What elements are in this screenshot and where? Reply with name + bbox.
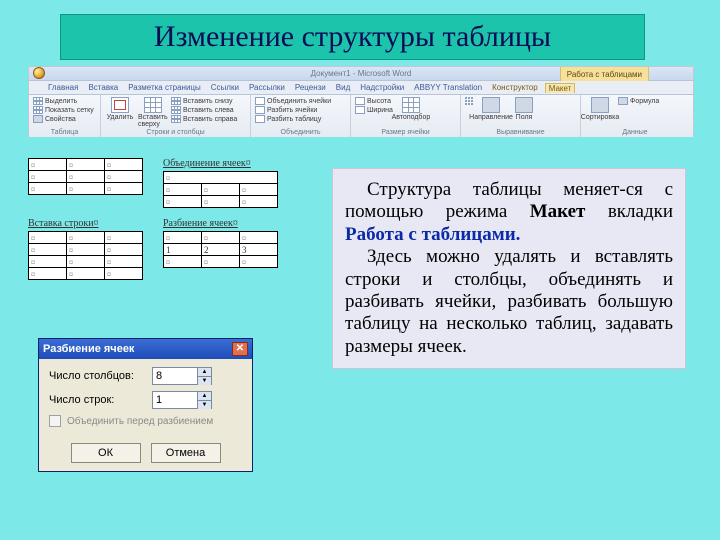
group-merge-label: Объединить: [255, 129, 346, 137]
word-maket: Макет: [530, 201, 586, 222]
split-cells-dialog: Разбиение ячеек ✕ Число столбцов: ▲▼ Чис…: [38, 338, 253, 472]
cols-spinner[interactable]: ▲▼: [152, 367, 212, 385]
spin-up-icon[interactable]: ▲: [197, 368, 211, 377]
word-ribbon: Документ1 - Microsoft Word Работа с табл…: [28, 66, 694, 136]
group-size-label: Размер ячейки: [355, 129, 456, 137]
example-insert-label: Вставка строки¤: [28, 218, 143, 229]
group-data: Сортировка Формула Данные: [581, 95, 689, 137]
btn-cell-margins[interactable]: Поля: [509, 97, 539, 121]
group-align-label: Выравнивание: [465, 129, 576, 137]
group-rowscols-label: Строки и столбцы: [105, 129, 246, 137]
tab-view[interactable]: Вид: [333, 83, 353, 92]
btn-text-direction[interactable]: Направление: [476, 97, 506, 121]
example-split: Разбиение ячеек¤ 123: [163, 218, 278, 280]
alignment-grid[interactable]: [465, 97, 473, 105]
group-table-label: Таблица: [33, 129, 96, 137]
table-examples: Объединение ячеек¤ Вставка строки¤ Разби…: [28, 158, 328, 290]
btn-delete[interactable]: Удалить: [105, 97, 135, 121]
group-rowscols: Удалить Вставить сверху Вставить снизу В…: [101, 95, 251, 137]
example-plain: [28, 158, 143, 208]
ribbon-groups: Выделить Показать сетку Свойства Таблица…: [29, 95, 693, 137]
spin-down-icon[interactable]: ▼: [197, 401, 211, 409]
cancel-button[interactable]: Отмена: [151, 443, 221, 463]
rows-spinner[interactable]: ▲▼: [152, 391, 212, 409]
tab-insert[interactable]: Вставка: [85, 83, 121, 92]
spin-up-icon[interactable]: ▲: [197, 392, 211, 401]
tab-mailings[interactable]: Рассылки: [246, 83, 288, 92]
btn-insert-bottom[interactable]: Вставить снизу: [171, 97, 237, 105]
ok-button[interactable]: ОК: [71, 443, 141, 463]
rows-input[interactable]: [153, 392, 197, 408]
dialog-titlebar: Разбиение ячеек ✕: [39, 339, 252, 359]
tab-home[interactable]: Главная: [45, 83, 81, 92]
example-merge-label: Объединение ячеек¤: [163, 158, 278, 169]
btn-insert-left[interactable]: Вставить слева: [171, 106, 237, 114]
tab-design[interactable]: Конструктор: [489, 83, 541, 92]
description-panel: Структура таблицы меняет-ся с помощью ре…: [332, 168, 686, 369]
btn-insert-top[interactable]: Вставить сверху: [138, 97, 168, 128]
btn-split-table[interactable]: Разбить таблицу: [255, 115, 331, 123]
checkbox-icon: [49, 415, 61, 427]
close-button[interactable]: ✕: [232, 342, 248, 356]
cols-input[interactable]: [153, 368, 197, 384]
group-size: Высота Ширина Автоподбор Размер ячейки: [351, 95, 461, 137]
btn-properties[interactable]: Свойства: [33, 115, 94, 123]
tab-pagelayout[interactable]: Разметка страницы: [125, 83, 204, 92]
btn-select[interactable]: Выделить: [33, 97, 94, 105]
example-merge: Объединение ячеек¤: [163, 158, 278, 208]
dialog-title: Разбиение ячеек: [43, 343, 134, 355]
field-height[interactable]: Высота: [355, 97, 393, 105]
group-merge: Объединить ячейки Разбить ячейки Разбить…: [251, 95, 351, 137]
office-button[interactable]: [33, 67, 45, 79]
rows-label: Число строк:: [49, 394, 144, 406]
merge-before-checkbox[interactable]: Объединить перед разбиением: [49, 415, 242, 427]
tab-addins[interactable]: Надстройки: [357, 83, 407, 92]
group-align: Направление Поля Выравнивание: [461, 95, 581, 137]
description-text: Структура таблицы меняет-ся с помощью ре…: [345, 179, 673, 358]
btn-showgrid[interactable]: Показать сетку: [33, 106, 94, 114]
btn-split-cells[interactable]: Разбить ячейки: [255, 106, 331, 114]
group-data-label: Данные: [585, 129, 685, 137]
field-width[interactable]: Ширина: [355, 106, 393, 114]
slide-title-bar: Изменение структуры таблицы: [60, 14, 645, 60]
tab-references[interactable]: Ссылки: [208, 83, 242, 92]
btn-autofit[interactable]: Автоподбор: [396, 97, 426, 121]
document-title: Документ1 - Microsoft Word: [311, 69, 412, 78]
cols-label: Число столбцов:: [49, 370, 144, 382]
tab-layout[interactable]: Макет: [545, 83, 576, 93]
tab-abbyy[interactable]: ABBYY Translation: [411, 83, 485, 92]
spin-down-icon[interactable]: ▼: [197, 377, 211, 385]
checkbox-label: Объединить перед разбиением: [67, 416, 213, 427]
btn-insert-right[interactable]: Вставить справа: [171, 115, 237, 123]
btn-formula[interactable]: Формула: [618, 97, 659, 105]
tab-review[interactable]: Рецензи: [292, 83, 329, 92]
slide-title: Изменение структуры таблицы: [154, 20, 551, 54]
btn-merge-cells[interactable]: Объединить ячейки: [255, 97, 331, 105]
ribbon-tabs: Главная Вставка Разметка страницы Ссылки…: [29, 81, 693, 95]
example-split-label: Разбиение ячеек¤: [163, 218, 278, 229]
btn-sort[interactable]: Сортировка: [585, 97, 615, 121]
example-insert-row: Вставка строки¤: [28, 218, 143, 280]
ribbon-titlebar: Документ1 - Microsoft Word Работа с табл…: [29, 67, 693, 81]
group-table: Выделить Показать сетку Свойства Таблица: [29, 95, 101, 137]
contextual-tab-label: Работа с таблицами: [560, 67, 649, 81]
word-worktab: Работа с таблицами.: [345, 224, 520, 245]
